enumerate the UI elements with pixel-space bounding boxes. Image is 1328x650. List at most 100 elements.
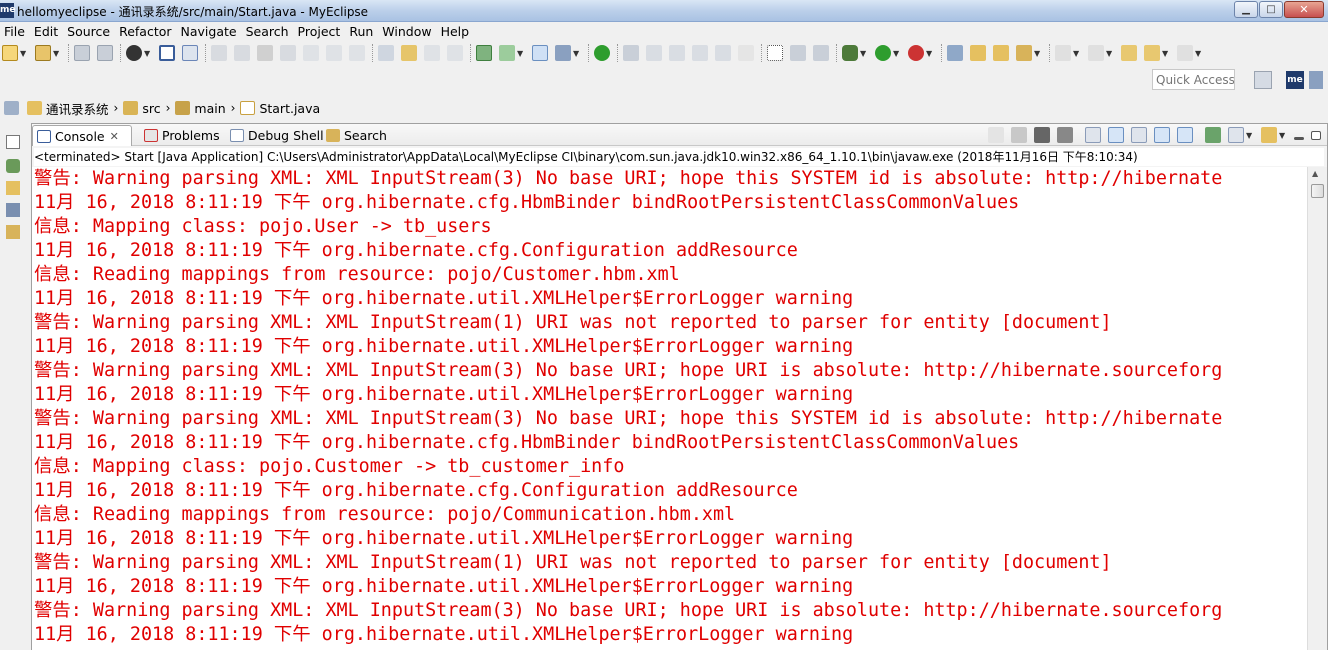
terminal-icon[interactable] bbox=[159, 45, 175, 61]
pen-icon[interactable] bbox=[646, 45, 662, 61]
resume-icon[interactable] bbox=[211, 45, 227, 61]
minimize-view-icon[interactable] bbox=[1294, 136, 1304, 140]
menu-file[interactable]: File bbox=[0, 22, 30, 41]
new-java-package-icon[interactable] bbox=[947, 45, 963, 61]
link-icon[interactable] bbox=[669, 45, 685, 61]
scroll-lock-icon[interactable] bbox=[1108, 127, 1124, 143]
profile-icon[interactable] bbox=[126, 45, 142, 61]
run-icon[interactable] bbox=[875, 45, 891, 61]
link-icon[interactable] bbox=[988, 127, 1004, 143]
word-wrap-icon[interactable] bbox=[1131, 127, 1147, 143]
package-explorer-icon[interactable] bbox=[6, 181, 20, 195]
show-console-on-stdout-icon[interactable] bbox=[1154, 127, 1170, 143]
back-icon[interactable] bbox=[1144, 45, 1160, 61]
show-whitespace-icon[interactable] bbox=[715, 45, 731, 61]
menu-search[interactable]: Search bbox=[242, 22, 294, 41]
next-annotation-icon[interactable] bbox=[1055, 45, 1071, 61]
tab-console[interactable]: Console ✕ bbox=[32, 125, 132, 146]
menu-project[interactable]: Project bbox=[294, 22, 346, 41]
new-dropdown-icon[interactable]: ▼ bbox=[20, 49, 28, 58]
save-icon[interactable] bbox=[74, 45, 90, 61]
green-circle-icon[interactable] bbox=[594, 45, 610, 61]
breadcrumb-project[interactable]: 通讯录系统 bbox=[27, 99, 109, 118]
undo-icon[interactable] bbox=[424, 45, 440, 61]
new-java-class-icon[interactable] bbox=[970, 45, 986, 61]
profile-dropdown-icon[interactable]: ▼ bbox=[144, 49, 152, 58]
terminate-icon[interactable] bbox=[1011, 127, 1027, 143]
open-console-icon[interactable] bbox=[1261, 127, 1277, 143]
open-perspective-grid-icon[interactable] bbox=[555, 45, 571, 61]
terminate-icon[interactable] bbox=[257, 45, 273, 61]
debug-view-icon[interactable] bbox=[6, 159, 20, 173]
title-bar[interactable]: me hellomyeclipse - 通讯录系统/src/main/Start… bbox=[0, 0, 1328, 22]
menu-navigate[interactable]: Navigate bbox=[177, 22, 242, 41]
menu-help[interactable]: Help bbox=[437, 22, 475, 41]
forward-dropdown-icon[interactable]: ▼ bbox=[1195, 49, 1203, 58]
external-tools-dropdown-icon[interactable]: ▼ bbox=[926, 49, 934, 58]
myeclipse-perspective-button[interactable]: me bbox=[1286, 71, 1304, 89]
tab-problems[interactable]: Problems bbox=[140, 125, 224, 146]
tab-debug-shell[interactable]: Debug Shell bbox=[226, 125, 328, 146]
scroll-up-icon[interactable]: ▲ bbox=[1312, 169, 1318, 178]
open-console-dropdown-icon[interactable]: ▼ bbox=[1279, 131, 1287, 140]
new-project-icon[interactable] bbox=[35, 45, 51, 61]
close-icon[interactable]: ✕ bbox=[110, 130, 119, 143]
menu-refactor[interactable]: Refactor bbox=[115, 22, 176, 41]
java-perspective-icon[interactable] bbox=[1309, 71, 1323, 89]
display-console-icon[interactable] bbox=[1228, 127, 1244, 143]
deploy-icon[interactable] bbox=[499, 45, 515, 61]
breadcrumb-src[interactable]: src bbox=[123, 101, 161, 116]
debug-config-icon[interactable] bbox=[476, 45, 492, 61]
step-return-icon[interactable] bbox=[349, 45, 365, 61]
scrollbar-thumb[interactable] bbox=[1311, 184, 1324, 198]
quick-access-input[interactable] bbox=[1152, 69, 1235, 90]
breadcrumb-package[interactable]: main bbox=[175, 101, 226, 116]
grid-dropdown-icon[interactable]: ▼ bbox=[573, 49, 581, 58]
new-project-dropdown-icon[interactable]: ▼ bbox=[53, 49, 61, 58]
step-over-icon[interactable] bbox=[326, 45, 342, 61]
console-scrollbar[interactable]: ▲ bbox=[1307, 167, 1327, 650]
move-icon[interactable] bbox=[790, 45, 806, 61]
breadcrumb-root-icon[interactable] bbox=[4, 101, 19, 115]
open-perspective-icon[interactable] bbox=[1254, 71, 1272, 89]
minimize-button[interactable]: ▁ bbox=[1234, 1, 1258, 18]
history-icon[interactable] bbox=[813, 45, 829, 61]
toggle-breadcrumb-icon[interactable] bbox=[532, 45, 548, 61]
save-all-icon[interactable] bbox=[97, 45, 113, 61]
block-selection-icon[interactable] bbox=[767, 45, 783, 61]
previous-annotation-icon[interactable] bbox=[1088, 45, 1104, 61]
mark-occurrences-icon[interactable] bbox=[401, 45, 417, 61]
maximize-button[interactable]: □ bbox=[1259, 1, 1283, 18]
open-type-icon[interactable] bbox=[993, 45, 1009, 61]
toggle-word-wrap-icon[interactable] bbox=[378, 45, 394, 61]
search-flashlight-icon[interactable] bbox=[1016, 45, 1032, 61]
skip-breakpoints-icon[interactable] bbox=[182, 45, 198, 61]
forward-icon[interactable] bbox=[1177, 45, 1193, 61]
breadcrumb-file[interactable]: Start.java bbox=[240, 101, 320, 116]
type-hierarchy-icon[interactable] bbox=[6, 203, 20, 217]
deploy-dropdown-icon[interactable]: ▼ bbox=[517, 49, 525, 58]
menu-edit[interactable]: Edit bbox=[30, 22, 63, 41]
restore-icon[interactable] bbox=[6, 135, 20, 149]
close-button[interactable]: ✕ bbox=[1284, 1, 1324, 18]
menu-window[interactable]: Window bbox=[378, 22, 436, 41]
step-into-icon[interactable] bbox=[303, 45, 319, 61]
redo-icon[interactable] bbox=[447, 45, 463, 61]
clear-console-icon[interactable] bbox=[1085, 127, 1101, 143]
disconnect-icon[interactable] bbox=[280, 45, 296, 61]
tab-search[interactable]: Search bbox=[322, 125, 391, 146]
remove-all-terminated-icon[interactable] bbox=[1057, 127, 1073, 143]
pilcrow-icon[interactable] bbox=[738, 45, 754, 61]
external-tools-icon[interactable] bbox=[908, 45, 924, 61]
next-annotation-dropdown-icon[interactable]: ▼ bbox=[1073, 49, 1081, 58]
search-dropdown-icon[interactable]: ▼ bbox=[1034, 49, 1042, 58]
menu-run[interactable]: Run bbox=[345, 22, 378, 41]
outline-view-icon[interactable] bbox=[6, 225, 20, 239]
back-dropdown-icon[interactable]: ▼ bbox=[1162, 49, 1170, 58]
console-output[interactable]: 警告: Warning parsing XML: XML InputStream… bbox=[32, 167, 1307, 650]
debug-icon[interactable] bbox=[842, 45, 858, 61]
run-dropdown-icon[interactable]: ▼ bbox=[893, 49, 901, 58]
menu-source[interactable]: Source bbox=[63, 22, 115, 41]
last-edit-icon[interactable] bbox=[1121, 45, 1137, 61]
new-icon[interactable] bbox=[2, 45, 18, 61]
